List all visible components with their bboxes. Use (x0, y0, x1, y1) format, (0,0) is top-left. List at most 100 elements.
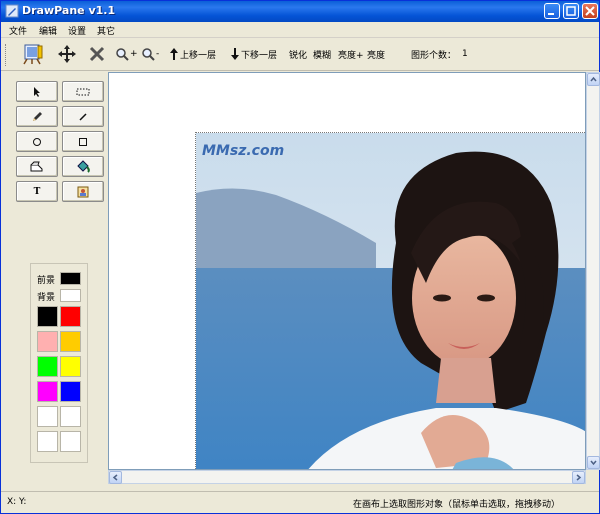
app-pencil-icon (5, 4, 19, 18)
zoom-in-icon (116, 48, 129, 61)
color-swatch-magenta[interactable] (37, 381, 58, 402)
rectangle-icon (79, 137, 87, 146)
app-window: DrawPane v1.1 文件 编辑 设置 其它 + - 上移一层 下移一层 … (0, 0, 600, 514)
chevron-right-icon (576, 474, 582, 481)
blur-button[interactable]: 模糊 (312, 43, 331, 65)
arrow-up-icon (170, 48, 178, 60)
shape-count: 图形个数： 1 (410, 43, 468, 65)
menu-bar: 文件 编辑 设置 其它 (1, 22, 599, 38)
scroll-left-button[interactable] (109, 471, 122, 484)
status-hint: 在画布上选取图形对象（鼠标单击选取，拖拽移动） (353, 500, 561, 510)
close-button[interactable] (582, 3, 598, 19)
maximize-icon (566, 6, 576, 16)
vertical-scrollbar[interactable] (586, 72, 600, 470)
color-swatch-white[interactable] (60, 406, 81, 427)
pencil-icon (33, 111, 42, 121)
delete-x-icon (89, 46, 105, 62)
background-label: 背景 (37, 293, 56, 303)
zoom-out-icon (142, 48, 155, 61)
sharpen-label: 锐化 (289, 50, 308, 61)
color-swatch-white[interactable] (60, 431, 81, 452)
zoom-in-label: + (130, 49, 138, 59)
ellipse-tool-button[interactable] (16, 131, 58, 152)
marquee-icon (76, 88, 90, 95)
scroll-up-button[interactable] (587, 73, 600, 86)
color-swatch-pink[interactable] (37, 331, 58, 352)
color-swatch-blue[interactable] (60, 381, 81, 402)
cursor-coordinates: X: Y: (7, 497, 27, 507)
move-down-layer-button[interactable]: 下移一层 (230, 43, 277, 65)
horizontal-scrollbar[interactable] (108, 470, 586, 484)
brightness-label: 亮度 (367, 50, 386, 61)
maximize-button[interactable] (563, 3, 579, 19)
ellipse-icon (33, 137, 41, 146)
blur-label: 模糊 (313, 50, 332, 61)
title-bar[interactable]: DrawPane v1.1 (1, 1, 599, 22)
text-tool-button[interactable]: T (16, 181, 58, 202)
zoom-out-button[interactable]: - (141, 43, 159, 65)
line-tool-button[interactable] (62, 106, 104, 127)
sharpen-button[interactable]: 锐化 (288, 43, 307, 65)
cursor-arrow-icon (34, 86, 40, 97)
menu-edit[interactable]: 编辑 (39, 24, 57, 37)
fill-tool-button[interactable] (62, 156, 104, 177)
move-up-layer-button[interactable]: 上移一层 (169, 43, 216, 65)
portrait-photo: MMsz.com (196, 133, 585, 469)
rect-select-tool-button[interactable] (62, 81, 104, 102)
background-color-swatch[interactable] (60, 289, 81, 302)
menu-file[interactable]: 文件 (9, 24, 27, 37)
image-tool-button[interactable] (62, 181, 104, 202)
shape-count-value: 1 (462, 49, 468, 59)
window-title: DrawPane v1.1 (22, 4, 116, 17)
scroll-right-button[interactable] (572, 471, 585, 484)
color-swatch-white[interactable] (37, 406, 58, 427)
move-button[interactable] (57, 43, 77, 65)
picture-icon (77, 186, 89, 197)
minimize-icon (548, 13, 554, 15)
zoom-in-button[interactable]: + (115, 43, 138, 65)
drawing-canvas[interactable]: MMsz.com (108, 72, 586, 470)
canvas-image-object[interactable]: MMsz.com (195, 132, 585, 469)
line-icon (79, 112, 87, 121)
arrow-down-icon (231, 48, 239, 60)
color-swatch-green[interactable] (37, 356, 58, 377)
color-swatch-orange[interactable] (60, 331, 81, 352)
watermark-text: MMsz.com (202, 143, 284, 159)
color-swatch-black[interactable] (37, 306, 58, 327)
eraser-tool-button[interactable] (16, 156, 58, 177)
close-icon (585, 6, 595, 16)
scroll-down-button[interactable] (587, 456, 600, 469)
paint-bucket-icon (77, 159, 90, 173)
color-swatch-yellow[interactable] (60, 356, 81, 377)
rectangle-tool-button[interactable] (62, 131, 104, 152)
pencil-tool-button[interactable] (16, 106, 58, 127)
minimize-button[interactable] (544, 3, 560, 19)
chevron-up-icon (590, 76, 597, 82)
color-swatch-white[interactable] (37, 431, 58, 452)
delete-button[interactable] (89, 43, 105, 65)
menu-other[interactable]: 其它 (97, 24, 115, 37)
toolbar-grip[interactable] (5, 44, 8, 66)
brighten-label: 亮度+ (338, 50, 364, 61)
chevron-left-icon (112, 474, 118, 481)
eraser-icon (30, 161, 43, 171)
move-up-layer-label: 上移一层 (180, 50, 217, 61)
color-swatch-red[interactable] (60, 306, 81, 327)
brightness-button[interactable]: 亮度 (366, 43, 385, 65)
canvas-tool-button[interactable] (21, 43, 45, 65)
shape-count-label: 图形个数： (411, 50, 457, 61)
menu-settings[interactable]: 设置 (68, 24, 86, 37)
zoom-out-label: - (156, 49, 160, 59)
status-bar: X: Y: 在画布上选取图形对象（鼠标单击选取，拖拽移动） (1, 491, 599, 513)
move-down-layer-label: 下移一层 (241, 50, 278, 61)
toolbar: + - 上移一层 下移一层 锐化 模糊 亮度+ 亮度 图形个数： 1 (1, 38, 599, 71)
tool-panel: T 前景 背景 (9, 73, 109, 485)
color-palette: 前景 背景 (30, 263, 88, 463)
text-tool-icon: T (33, 186, 41, 197)
foreground-color-swatch[interactable] (60, 272, 81, 285)
foreground-label: 前景 (37, 276, 56, 286)
chevron-down-icon (590, 460, 597, 466)
easel-icon (23, 44, 43, 65)
select-tool-button[interactable] (16, 81, 58, 102)
brighten-button[interactable]: 亮度+ (337, 43, 364, 65)
